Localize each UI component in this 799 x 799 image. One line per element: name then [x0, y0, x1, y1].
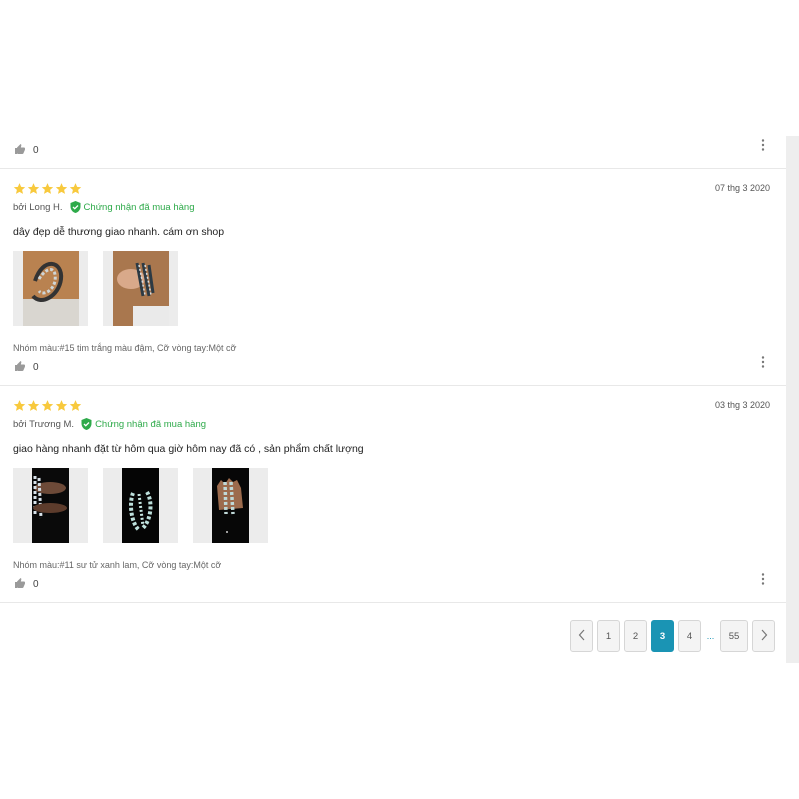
pagination: 1 2 3 4 ... 55 [570, 620, 775, 652]
review-date: 03 thg 3 2020 [714, 400, 770, 410]
prev-page-button[interactable] [570, 620, 593, 652]
more-options-button[interactable] [756, 138, 770, 156]
more-vertical-icon [761, 138, 765, 156]
chevron-right-icon [760, 629, 768, 644]
review-item: 03 thg 3 2020 bởi Trương M. Chứng nhận đ… [0, 386, 786, 603]
like-count: 0 [33, 579, 39, 590]
verified-badge: Chứng nhận đã mua hàng [81, 418, 206, 430]
review-date: 07 thg 3 2020 [714, 183, 770, 193]
review-photo[interactable] [193, 468, 268, 543]
variant-info: Nhóm màu:#15 tim trắng màu đậm, Cỡ vòng … [13, 343, 237, 353]
star-icon [27, 183, 40, 194]
thumbs-up-icon [14, 360, 26, 375]
page-button-1[interactable]: 1 [597, 620, 620, 652]
pagination-ellipsis: ... [706, 631, 715, 641]
scrollbar-track[interactable] [786, 136, 799, 663]
star-icon [13, 400, 26, 411]
verified-shield-icon [81, 418, 92, 430]
review-item: 07 thg 3 2020 bởi Long H. Chứng nhận đã … [0, 169, 786, 386]
star-icon [55, 400, 68, 411]
thumbs-up-icon [14, 143, 26, 158]
review-photos [13, 468, 268, 543]
more-vertical-icon [761, 355, 765, 373]
verified-label: Chứng nhận đã mua hàng [95, 418, 207, 430]
reviews-panel: 0 07 thg 3 2020 bởi Long H. Chứng nhận đ… [0, 136, 786, 663]
previous-review-actions: 0 [0, 136, 786, 169]
star-icon [13, 183, 26, 194]
star-rating [13, 182, 82, 195]
review-photo[interactable] [13, 468, 88, 543]
like-button[interactable]: 0 [14, 360, 39, 375]
star-icon [41, 183, 54, 194]
like-button[interactable]: 0 [14, 577, 39, 592]
more-options-button[interactable] [756, 572, 770, 590]
star-icon [41, 400, 54, 411]
like-count: 0 [33, 145, 39, 156]
variant-info: Nhóm màu:#11 sư tử xanh lam, Cỡ vòng tay… [13, 560, 222, 570]
review-photo[interactable] [13, 251, 88, 326]
review-photo[interactable] [103, 251, 178, 326]
more-vertical-icon [761, 572, 765, 590]
author-line: bởi Long H. Chứng nhận đã mua hàng [13, 201, 195, 213]
star-icon [69, 400, 82, 411]
thumbs-up-icon [14, 577, 26, 592]
like-count: 0 [33, 362, 39, 373]
star-rating [13, 399, 82, 412]
star-icon [55, 183, 68, 194]
star-icon [27, 400, 40, 411]
next-page-button[interactable] [752, 620, 775, 652]
verified-label: Chứng nhận đã mua hàng [83, 201, 195, 213]
page-button-2[interactable]: 2 [624, 620, 647, 652]
author-line: bởi Trương M. Chứng nhận đã mua hàng [13, 418, 206, 430]
review-text: dây đẹp dễ thương giao nhanh. cám ơn sho… [13, 226, 225, 238]
verified-badge: Chứng nhận đã mua hàng [70, 201, 195, 213]
page-button-3-current[interactable]: 3 [651, 620, 674, 652]
page-button-55[interactable]: 55 [720, 620, 748, 652]
review-text: giao hàng nhanh đặt từ hôm qua giờ hôm n… [13, 443, 364, 455]
more-options-button[interactable] [756, 355, 770, 373]
verified-shield-icon [70, 201, 81, 213]
star-icon [69, 183, 82, 194]
review-photo[interactable] [103, 468, 178, 543]
like-button[interactable]: 0 [14, 143, 39, 158]
author-name: bởi Long H. [13, 201, 63, 213]
author-name: bởi Trương M. [13, 418, 75, 430]
page-button-4[interactable]: 4 [678, 620, 701, 652]
review-photos [13, 251, 178, 326]
chevron-left-icon [578, 629, 586, 644]
